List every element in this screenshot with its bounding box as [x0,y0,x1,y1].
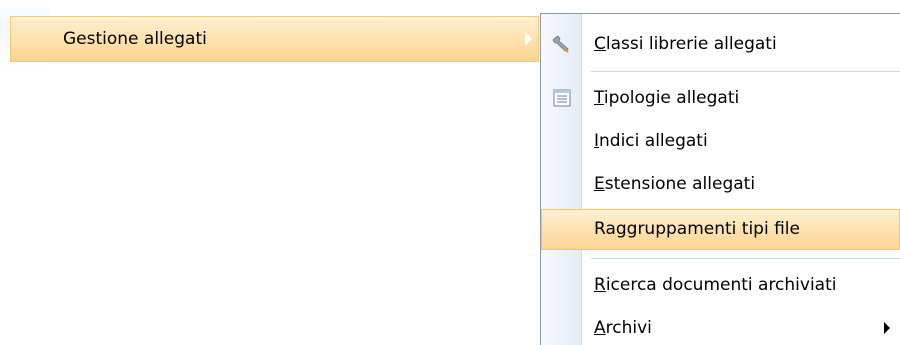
menu-item-label: Indici allegati [594,131,708,151]
menu-item-archivi[interactable]: Archivi [541,308,900,345]
submenu-arrow-icon [525,32,532,46]
menu-item-classi-librerie-allegati[interactable]: Classi librerie allegati [541,24,900,64]
menu-item-label: Raggruppamenti tipi file [594,219,800,239]
menu-item-label: Estensione allegati [594,174,756,194]
menu-item-label: Ricerca documenti archiviati [594,275,837,295]
menu-separator [591,258,900,259]
submenu-gestione-allegati: Classi librerie allegati Tipologie alleg… [540,13,900,345]
menu-item-estensione-allegati[interactable]: Estensione allegati [541,164,900,204]
menu-item-label: Archivi [594,318,652,338]
menu-item-indici-allegati[interactable]: Indici allegati [541,121,900,161]
wrench-icon [552,34,572,54]
menu-stage: Gestione allegati Classi librerie allega… [0,0,900,345]
list-icon [552,88,572,108]
menu-item-label: Tipologie allegati [594,88,740,108]
menu-separator [591,71,900,72]
menu-item-gestione-allegati[interactable]: Gestione allegati [10,16,539,62]
menu-item-label: Classi librerie allegati [594,34,777,54]
menu-item-label: Gestione allegati [63,29,207,49]
menu-item-ricerca-documenti-archiviati[interactable]: Ricerca documenti archiviati [541,265,900,305]
menu-item-tipologie-allegati[interactable]: Tipologie allegati [541,78,900,118]
menu-item-raggruppamenti-tipi-file[interactable]: Raggruppamenti tipi file [541,209,900,250]
submenu-arrow-icon [884,322,890,334]
